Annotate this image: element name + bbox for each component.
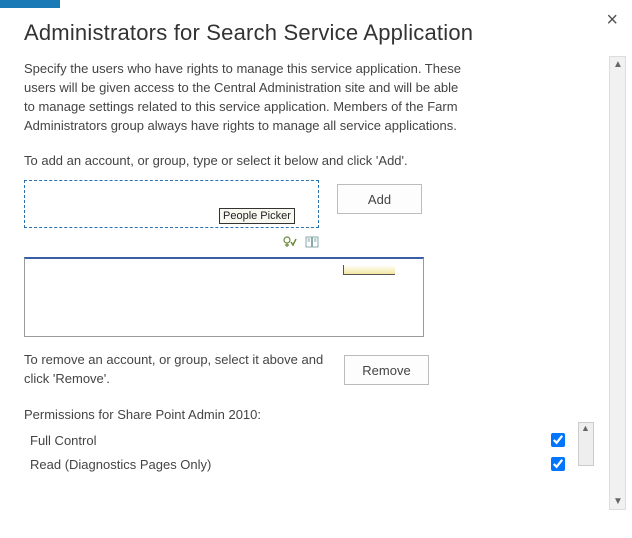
dialog-description: Specify the users who have rights to man…: [24, 60, 464, 135]
add-hint: To add an account, or group, type or sel…: [24, 153, 594, 168]
dialog-content: Administrators for Search Service Applic…: [24, 20, 594, 520]
administrators-listbox[interactable]: [24, 257, 424, 337]
remove-button[interactable]: Remove: [344, 355, 429, 385]
check-names-icon[interactable]: [283, 235, 297, 251]
browse-icon[interactable]: [305, 235, 319, 251]
picker-icons: [24, 235, 319, 251]
remove-hint: To remove an account, or group, select i…: [24, 351, 324, 389]
close-icon[interactable]: ×: [606, 10, 618, 30]
scroll-up-icon[interactable]: ▲: [581, 423, 590, 433]
dialog-scrollbar[interactable]: ▲ ▼: [609, 56, 626, 510]
permission-label: Read (Diagnostics Pages Only): [30, 457, 211, 472]
permissions-list: Full Control Read (Diagnostics Pages Onl…: [24, 428, 572, 476]
permission-checkbox[interactable]: [551, 457, 565, 471]
permission-checkbox[interactable]: [551, 433, 565, 447]
permissions-label: Permissions for Share Point Admin 2010:: [24, 407, 594, 422]
scroll-up-icon[interactable]: ▲: [613, 59, 623, 70]
people-picker-input[interactable]: [24, 180, 319, 228]
add-button[interactable]: Add: [337, 184, 422, 214]
listbox-artifact: [343, 265, 395, 275]
permission-row: Read (Diagnostics Pages Only): [24, 452, 572, 476]
permission-label: Full Control: [30, 433, 96, 448]
accent-bar: [0, 0, 60, 8]
permissions-scrollbar[interactable]: ▲: [578, 422, 594, 466]
scroll-down-icon[interactable]: ▼: [613, 496, 623, 507]
permission-row: Full Control: [24, 428, 572, 452]
dialog-title: Administrators for Search Service Applic…: [24, 20, 594, 46]
